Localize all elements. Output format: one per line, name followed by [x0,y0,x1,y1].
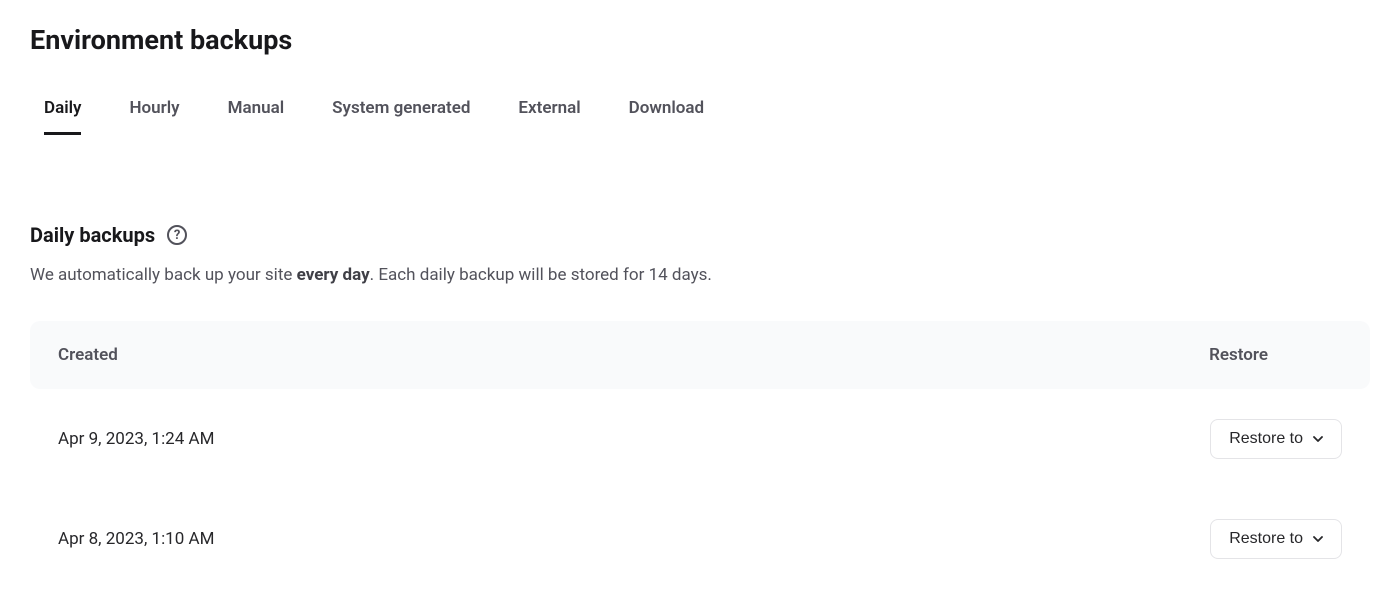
table-header: Created Restore [30,321,1370,389]
tab-external[interactable]: External [518,98,580,135]
description-bold: every day [297,265,370,285]
section-header: Daily backups ? [30,223,1370,247]
tabs-nav: Daily Hourly Manual System generated Ext… [30,98,1370,135]
section-description: We automatically back up your site every… [30,265,1370,285]
tab-download[interactable]: Download [629,98,704,135]
restore-to-button[interactable]: Restore to [1210,419,1342,459]
section-title: Daily backups [30,223,155,247]
description-prefix: We automatically back up your site [30,265,297,285]
page-title: Environment backups [30,24,1370,56]
restore-button-label: Restore to [1229,430,1303,448]
daily-backups-section: Daily backups ? We automatically back up… [30,223,1370,589]
chevron-down-icon [1313,436,1323,442]
help-icon[interactable]: ? [167,225,187,245]
column-header-created: Created [58,345,118,365]
description-suffix: . Each daily backup will be stored for 1… [370,265,712,285]
restore-to-button[interactable]: Restore to [1210,519,1342,559]
tab-daily[interactable]: Daily [44,98,81,135]
backup-created-date: Apr 9, 2023, 1:24 AM [58,429,214,449]
tab-system-generated[interactable]: System generated [332,98,470,135]
table-row: Apr 8, 2023, 1:10 AM Restore to [30,489,1370,589]
column-header-restore: Restore [1209,345,1342,365]
chevron-down-icon [1313,536,1323,542]
tab-hourly[interactable]: Hourly [129,98,179,135]
tab-manual[interactable]: Manual [228,98,285,135]
table-row: Apr 9, 2023, 1:24 AM Restore to [30,389,1370,489]
backup-created-date: Apr 8, 2023, 1:10 AM [58,529,214,549]
restore-button-label: Restore to [1229,530,1303,548]
